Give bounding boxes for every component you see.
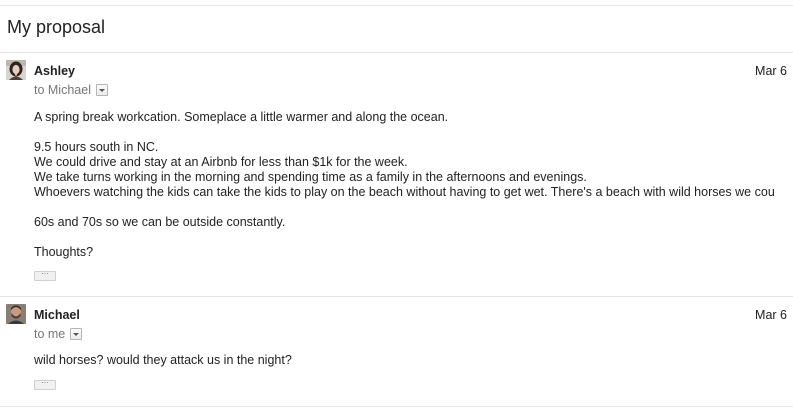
message-michael[interactable]: Michael Mar 6 to me wild horses? would t… — [0, 296, 793, 406]
body-line: We take turns working in the morning and… — [34, 170, 587, 184]
email-thread-view: My proposal Ashley Mar 6 to Michael A sp… — [0, 0, 793, 415]
message-ashley[interactable]: Ashley Mar 6 to Michael A spring break w… — [0, 52, 793, 296]
body-line: Whoevers watching the kids can take the … — [34, 185, 775, 199]
body-line: wild horses? would they attack us in the… — [34, 353, 292, 367]
show-details-chevron-down-icon[interactable] — [95, 84, 108, 96]
body-line: We could drive and stay at an Airbnb for… — [34, 155, 408, 169]
top-divider — [0, 5, 793, 6]
avatar-michael[interactable] — [6, 304, 26, 324]
recipient-line: to me — [34, 327, 83, 341]
sender-name[interactable]: Ashley — [34, 64, 75, 78]
show-details-chevron-down-icon[interactable] — [70, 328, 83, 340]
sender-name[interactable]: Michael — [34, 308, 80, 322]
body-line: 60s and 70s so we can be outside constan… — [34, 215, 286, 229]
message-date: Mar 6 — [755, 64, 787, 78]
recipient-label: to Michael — [34, 83, 91, 97]
bottom-divider — [0, 406, 793, 407]
thread-subject: My proposal — [7, 17, 106, 37]
avatar-ashley[interactable] — [6, 60, 26, 80]
recipient-line: to Michael — [34, 83, 108, 97]
body-line: Thoughts? — [34, 245, 94, 259]
recipient-label: to me — [34, 327, 66, 341]
body-line: A spring break workcation. Someplace a l… — [34, 110, 449, 124]
message-date: Mar 6 — [755, 308, 787, 322]
body-line: 9.5 hours south in NC. — [34, 140, 159, 154]
show-trimmed-content-button[interactable]: ··· — [34, 270, 56, 281]
show-trimmed-content-button[interactable]: ··· — [34, 379, 56, 390]
